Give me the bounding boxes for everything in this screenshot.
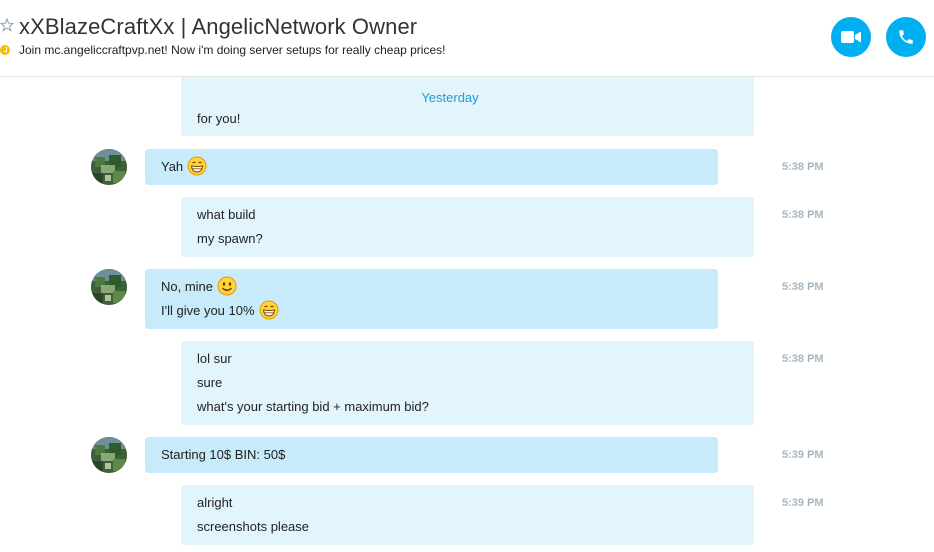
message-text: alright [197, 495, 233, 510]
date-separator: Yesterday [421, 90, 479, 105]
message-line: what's your starting bid + maximum bid? [197, 399, 738, 423]
message-line: No, mine [161, 276, 702, 303]
message-bubble[interactable]: Starting 10$ BIN: 50$ [145, 437, 718, 473]
message-line: lol sur [197, 351, 738, 375]
message-text: screenshots please [197, 519, 310, 534]
avatar[interactable] [91, 437, 127, 473]
message-line: what build [197, 207, 738, 231]
mood-message: Join mc.angeliccraftpvp.net! Now i'm doi… [19, 43, 446, 57]
message-bubble[interactable]: Yah [145, 149, 718, 185]
message-text: I'll give you 10% [161, 303, 255, 318]
message-text: Yah [161, 159, 184, 174]
message-text: for you! [197, 111, 241, 126]
message-bubble[interactable]: lol sur sure what's your starting bid + ma… [181, 341, 754, 425]
phone-icon [899, 30, 913, 44]
conversation-header: xXBlazeCraftXx | AngelicNetwork Owner Jo… [0, 0, 934, 77]
message-text: sure [197, 375, 223, 390]
message-text: Starting 10$ BIN: 50$ [161, 447, 286, 462]
message-bubble[interactable]: No, mine I'll give you 10% [145, 269, 718, 329]
contact-title[interactable]: xXBlazeCraftXx | AngelicNetwork Owner [19, 14, 417, 40]
message-timestamp: 5:38 PM [782, 281, 824, 293]
message-text: what build [197, 207, 256, 222]
message-text: my spawn? [197, 231, 263, 246]
video-camera-icon [841, 31, 861, 43]
message-line: Starting 10$ BIN: 50$ [161, 447, 702, 471]
grin-emoticon-icon [259, 300, 279, 320]
message-bubble[interactable]: alright screenshots please [181, 485, 754, 545]
avatar[interactable] [91, 149, 127, 185]
message-bubble-partial: for you! [181, 77, 754, 136]
message-line: alright [197, 495, 738, 519]
message-text: what's your starting bid + maximum bid? [197, 399, 429, 414]
video-call-button[interactable] [831, 17, 871, 57]
message-line: screenshots please [197, 519, 738, 543]
avatar[interactable] [91, 269, 127, 305]
grin-emoticon-icon [187, 156, 207, 176]
message-timestamp: 5:38 PM [782, 161, 824, 173]
message-timestamp: 5:39 PM [782, 497, 824, 509]
message-text: No, mine [161, 279, 214, 294]
star-icon[interactable] [0, 18, 14, 32]
message-line: I'll give you 10% [161, 300, 702, 327]
message-line: my spawn? [197, 231, 738, 255]
message-timestamp: 5:38 PM [782, 353, 824, 365]
message-line: sure [197, 375, 738, 399]
message-timestamp: 5:38 PM [782, 209, 824, 221]
smile-emoticon-icon [217, 276, 237, 296]
audio-call-button[interactable] [886, 17, 926, 57]
message-text: lol sur [197, 351, 232, 366]
message-bubble[interactable]: what build my spawn? [181, 197, 754, 257]
chat-history[interactable]: for you! Yesterday Yah 5:38 PM what build m… [0, 77, 934, 552]
message-line: Yah [161, 156, 702, 183]
clock-icon [0, 45, 10, 55]
message-timestamp: 5:39 PM [782, 449, 824, 461]
